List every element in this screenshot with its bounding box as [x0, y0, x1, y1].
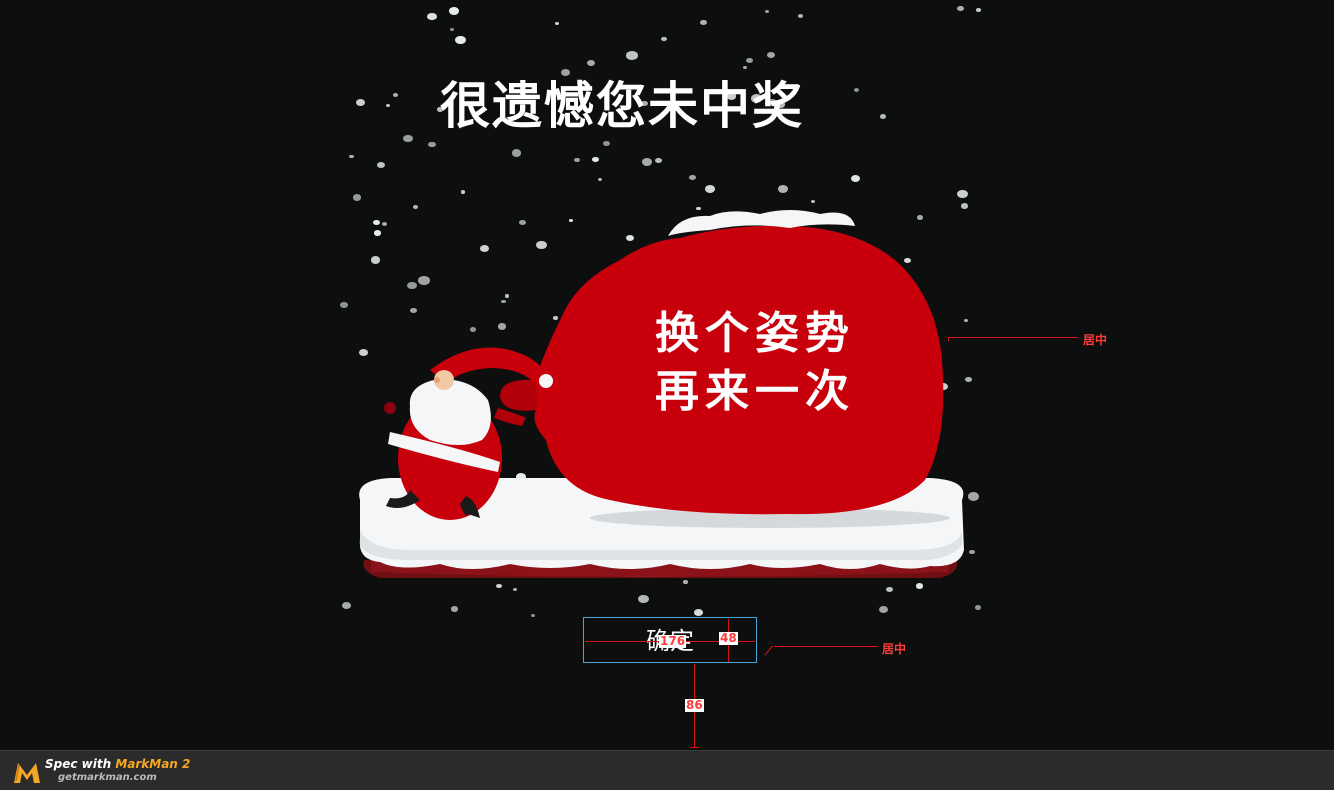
- height-measure-label: 48: [719, 631, 738, 645]
- snowflake: [448, 6, 460, 15]
- sack-message-line2: 再来一次: [655, 366, 855, 417]
- center-annotation-line-bottom: [774, 646, 878, 647]
- center-annotation-label-bottom: 居中: [882, 642, 907, 656]
- result-page: 很遗憾您未中奖 换个姿势 再来一次 居中 居中 176 48 86: [0, 0, 1334, 750]
- snowflake: [355, 99, 366, 107]
- snowflake: [957, 190, 968, 199]
- footer-url[interactable]: getmarkman.com: [58, 772, 157, 783]
- footer-brand: MarkMan 2: [115, 757, 191, 771]
- snowflake: [603, 141, 611, 147]
- page-title: 很遗憾您未中奖: [440, 76, 804, 135]
- snowflake: [554, 21, 560, 26]
- markman-footer: Spec with MarkMan 2 getmarkman.com: [0, 750, 1334, 790]
- snowflake: [969, 550, 975, 555]
- snowflake: [626, 51, 638, 60]
- snowflake: [879, 113, 887, 119]
- snowflake: [778, 185, 789, 194]
- center-annotation-label-top: 居中: [1083, 333, 1108, 347]
- snowflake: [428, 141, 436, 148]
- width-measure-label: 176: [659, 634, 687, 648]
- sack-message-line1: 换个姿势: [655, 308, 855, 359]
- snowflake: [661, 36, 668, 42]
- snowflake: [393, 92, 399, 97]
- snowflake: [655, 157, 663, 164]
- snowflake: [342, 601, 352, 609]
- snowflake: [637, 594, 649, 604]
- footer-spec-prefix: Spec with: [45, 757, 116, 771]
- snowflake: [688, 175, 696, 181]
- snowflake: [850, 175, 860, 183]
- snowflake: [957, 6, 964, 11]
- snowflake: [853, 88, 860, 93]
- snowflake: [642, 158, 653, 166]
- center-annotation-line-top: [948, 337, 1078, 338]
- snowflake: [598, 178, 603, 182]
- bottom-gap-measure-tick: [690, 747, 699, 748]
- snowflake: [450, 606, 459, 612]
- bottom-gap-measure-label: 86: [685, 698, 704, 712]
- snowflake: [700, 19, 707, 25]
- snowflake: [449, 27, 455, 32]
- snowflake: [704, 185, 716, 194]
- snowflake: [976, 8, 981, 12]
- snowflake: [511, 149, 522, 157]
- center-annotation-tick-top: [948, 337, 949, 341]
- snowflake: [376, 161, 385, 168]
- snowflake: [765, 9, 770, 13]
- snowflake: [454, 35, 466, 45]
- snowflake: [340, 302, 348, 308]
- snowflake: [745, 57, 753, 64]
- snowflake: [402, 134, 413, 143]
- sack-message: 换个姿势 再来一次: [655, 305, 855, 421]
- snowflake: [385, 103, 391, 108]
- footer-spec-text: Spec with MarkMan 2: [45, 757, 190, 771]
- snowflake: [592, 157, 599, 163]
- markman-logo-icon: [14, 763, 40, 783]
- snowflake: [348, 154, 354, 159]
- snowflake: [975, 605, 982, 610]
- snowflake: [426, 12, 437, 21]
- snowflake: [694, 608, 704, 616]
- snowflake: [878, 605, 889, 614]
- snowflake: [461, 190, 466, 194]
- snowflake: [574, 157, 580, 163]
- snowflake: [531, 614, 536, 618]
- snowflake: [767, 51, 776, 58]
- snowflake: [797, 13, 803, 18]
- center-annotation-arrow: [764, 645, 773, 656]
